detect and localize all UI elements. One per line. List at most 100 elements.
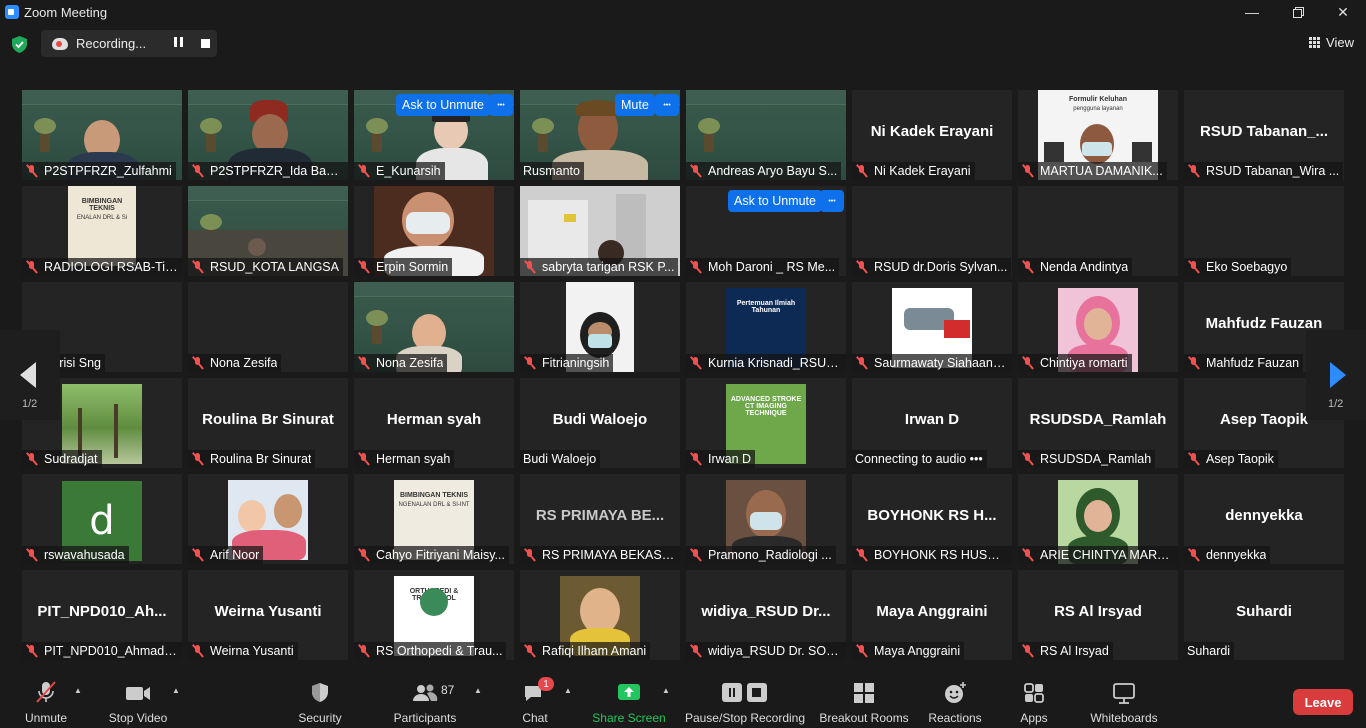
apps-button[interactable]: Apps (1014, 674, 1054, 728)
participant-display-name: RS PRIMAYA BE... (535, 507, 665, 525)
pause-recording-button[interactable] (172, 37, 184, 49)
participant-name-label: Erpin Sormin (354, 258, 453, 276)
breakout-rooms-button[interactable]: Breakout Rooms (817, 674, 911, 728)
share-screen-button[interactable]: Share Screen (590, 674, 668, 728)
participant-tile[interactable]: P2STPFRZR_Zulfahmi (22, 90, 182, 180)
more-options-icon[interactable]: ••• (655, 94, 679, 116)
share-options-caret-icon[interactable]: ▲ (662, 686, 670, 695)
participant-name-label: Connecting to audio ••• (852, 450, 987, 468)
participant-tile[interactable]: Nona Zesifa (354, 282, 514, 372)
chat-options-caret-icon[interactable]: ▲ (564, 686, 572, 695)
participant-tile[interactable]: Maya Anggraini Maya Anggraini (852, 570, 1012, 660)
minimize-icon[interactable]: — (1229, 0, 1275, 24)
participant-name: Erpin Sormin (376, 260, 449, 274)
participant-tile[interactable]: RS PRIMAYA BE... RS PRIMAYA BEKASI B... (520, 474, 680, 564)
participant-name: Budi Waloejo (523, 452, 597, 466)
window-title: Zoom Meeting (24, 4, 108, 20)
security-button[interactable]: Security (290, 674, 350, 728)
participant-tile[interactable]: Arif Noor (188, 474, 348, 564)
participant-name-label: RS PRIMAYA BEKASI B... (520, 546, 680, 564)
participant-tile[interactable]: Herman syah Herman syah (354, 378, 514, 468)
mute-participant-button[interactable]: Mute (615, 94, 655, 116)
audio-options-caret-icon[interactable]: ▲ (74, 686, 82, 695)
participant-tile[interactable]: widiya_RSUD Dr... widiya_RSUD Dr. SOE... (686, 570, 846, 660)
participant-tile[interactable]: Chintiya romarti (1018, 282, 1178, 372)
participant-tile[interactable]: Ni Kadek Erayani Ni Kadek Erayani (852, 90, 1012, 180)
participant-tile[interactable]: ORTHOPEDI & TRAUMATOLRS Orthopedi & Trau… (354, 570, 514, 660)
pause-stop-recording-button[interactable]: Pause/Stop Recording (683, 674, 807, 728)
participant-name-label: Kurnia Krisnadi_RSUD... (686, 354, 846, 372)
participant-tile[interactable]: Fitrianingsih (520, 282, 680, 372)
ask-to-unmute-button[interactable]: Ask to Unmute (728, 190, 822, 212)
participant-name-label: Sudradjat (22, 450, 102, 468)
previous-page-button[interactable]: 1/2 (0, 330, 60, 420)
participant-tile[interactable]: Pertemuan Ilmiah Tahunan Kurnia Krisnadi_… (686, 282, 846, 372)
close-icon[interactable]: ✕ (1320, 0, 1366, 24)
participant-tile[interactable]: RS Al Irsyad RS Al Irsyad (1018, 570, 1178, 660)
shared-poster-subtitle: ENALAN DRL & Si (76, 215, 128, 221)
participant-tile[interactable]: Rafiqi Ilham Amani (520, 570, 680, 660)
participant-tile[interactable]: RSUD dr.Doris Sylvan... (852, 186, 1012, 276)
muted-mic-icon (855, 644, 869, 658)
participant-name-label: Rusmanto (520, 162, 584, 180)
participant-tile[interactable]: Nona Zesifa (188, 282, 348, 372)
whiteboards-button[interactable]: Whiteboards (1084, 674, 1164, 728)
participant-tile[interactable]: PIT_NPD010_Ah... PIT_NPD010_Ahmad ... (22, 570, 182, 660)
participant-tile[interactable]: sabryta tarigan RSK P... (520, 186, 680, 276)
participant-tile[interactable]: Erpin Sormin (354, 186, 514, 276)
share-screen-label: Share Screen (592, 711, 666, 725)
participant-display-name: Ni Kadek Erayani (870, 123, 994, 141)
participant-tile[interactable]: RSUD_KOTA LANGSA (188, 186, 348, 276)
unmute-button[interactable]: Unmute (16, 674, 76, 728)
participant-tile[interactable]: RSUDSDA_Ramlah RSUDSDA_Ramlah (1018, 378, 1178, 468)
reactions-button[interactable]: Reactions (925, 674, 985, 728)
leave-button[interactable]: Leave (1293, 689, 1353, 715)
stop-recording-button[interactable] (201, 39, 210, 48)
participant-name-label: BOYHONK RS HUSADA (852, 546, 1012, 564)
participants-options-caret-icon[interactable]: ▲ (474, 686, 482, 695)
muted-mic-icon (1187, 260, 1201, 274)
muted-mic-icon (689, 548, 703, 562)
participant-name: P2STPFRZR_Zulfahmi (44, 164, 172, 178)
view-button[interactable]: View (1309, 35, 1354, 50)
participant-tile[interactable]: d rswavahusada (22, 474, 182, 564)
participant-tile[interactable]: Weirna Yusanti Weirna Yusanti (188, 570, 348, 660)
chat-unread-badge: 1 (538, 677, 554, 691)
participant-tile[interactable]: Eko Soebagyo (1184, 186, 1344, 276)
breakout-rooms-label: Breakout Rooms (819, 711, 909, 725)
participant-tile[interactable]: Nenda Andintya (1018, 186, 1178, 276)
participant-name-label: E_Kunarsih (354, 162, 445, 180)
participant-name: Andreas Aryo Bayu S... (708, 164, 838, 178)
participant-name: RS PRIMAYA BEKASI B... (542, 548, 676, 562)
participant-tile[interactable]: Roulina Br Sinurat Roulina Br Sinurat (188, 378, 348, 468)
encryption-shield-icon[interactable] (12, 36, 27, 53)
participant-name-label: Irwan D (686, 450, 756, 468)
participant-tile[interactable]: Irwan D Connecting to audio ••• (852, 378, 1012, 468)
participant-tile[interactable]: dennyekka dennyekka (1184, 474, 1344, 564)
participant-tile[interactable]: Andreas Aryo Bayu S... (686, 90, 846, 180)
participant-tile[interactable]: BIMBINGAN TEKNIS ENALAN DRL & Si RADIOLOGI… (22, 186, 182, 276)
participant-tile[interactable]: Formulir Keluhan pengguna layanan MARTUA D… (1018, 90, 1178, 180)
more-options-icon[interactable]: ••• (489, 94, 513, 116)
participant-tile[interactable]: BOYHONK RS H... BOYHONK RS HUSADA (852, 474, 1012, 564)
participant-tile[interactable]: BIMBINGAN TEKNIS NGENALAN DRL & SI-INT Cah… (354, 474, 514, 564)
page-indicator-right: 1/2 (1328, 398, 1344, 410)
participant-name-label: Saurmawaty Siahaan_... (852, 354, 1012, 372)
participant-tile[interactable]: RSUD Tabanan_... RSUD Tabanan_Wira ... (1184, 90, 1344, 180)
participant-name: Irwan D (708, 452, 752, 466)
participant-tile[interactable]: ARIE CHINTYA MARTA... (1018, 474, 1178, 564)
participant-tile[interactable]: Suhardi Suhardi (1184, 570, 1344, 660)
next-page-button[interactable]: 1/2 (1306, 330, 1366, 420)
participant-tile[interactable]: Budi Waloejo Budi Waloejo (520, 378, 680, 468)
participant-tile[interactable]: Saurmawaty Siahaan_... (852, 282, 1012, 372)
restore-icon[interactable] (1275, 0, 1321, 24)
participant-tile[interactable]: ADVANCED STROKE CT IMAGING TECHNIQUE Irwa… (686, 378, 846, 468)
video-options-caret-icon[interactable]: ▲ (172, 686, 180, 695)
shared-poster-title: Formulir Keluhan (1069, 96, 1127, 103)
participant-tile[interactable]: P2STPFRZR_Ida Bagus... (188, 90, 348, 180)
participant-tile[interactable]: Pramono_Radiologi ... (686, 474, 846, 564)
stop-video-button[interactable]: Stop Video (104, 674, 172, 728)
more-options-icon[interactable]: ••• (820, 190, 844, 212)
shared-poster-subtitle: NGENALAN DRL & SI-INT (398, 502, 470, 508)
ask-to-unmute-button[interactable]: Ask to Unmute (396, 94, 490, 116)
